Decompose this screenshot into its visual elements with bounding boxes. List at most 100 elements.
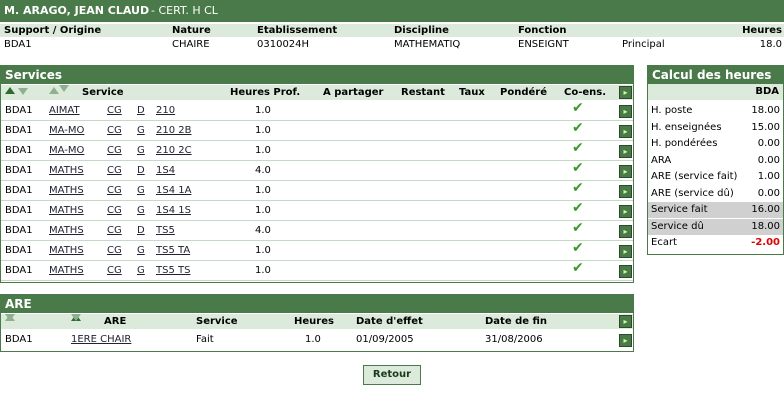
class-link[interactable]: TS5 TS [156,261,190,280]
go-icon[interactable]: ▸ [619,86,632,99]
cg-link[interactable]: CG [107,221,122,240]
teacher-name: M. ARAGO, JEAN CLAUD [4,4,150,17]
service-link[interactable]: MATHS [49,221,84,240]
level-link[interactable]: D [137,221,145,240]
service-link[interactable]: MATHS [49,181,84,200]
class-link[interactable]: 1S4 [156,161,175,180]
class-link[interactable]: 210 2B [156,121,192,140]
col-pondere: Pondéré [500,87,547,98]
hours-prof: 1.0 [255,205,271,216]
calc-value: 15.00 [751,121,780,133]
class-link[interactable]: 210 [156,101,175,120]
info-header-discipline: Discipline [394,25,449,36]
cg-link[interactable]: CG [107,141,122,160]
services-col-header: Service Heures Prof. A partager Restant … [1,85,633,100]
go-icon[interactable]: ▸ [619,245,632,258]
are-panel: ARE ARE Service Heures Date d'effet Date… [0,294,634,352]
calc-row: Ecart -2.00 [648,235,783,251]
go-icon[interactable]: ▸ [619,145,632,158]
go-icon[interactable]: ▸ [619,334,632,347]
back-button[interactable]: Retour [363,365,421,385]
table-row: BDA1 1ERE CHAIR Fait 1.0 01/09/2005 31/0… [1,330,633,349]
level-link[interactable]: D [137,161,145,180]
hours-prof: 1.0 [255,185,271,196]
hours-prof: 1.0 [255,125,271,136]
level-link[interactable]: G [137,261,145,280]
service-link[interactable]: MATHS [49,241,84,260]
cg-link[interactable]: CG [107,241,122,260]
sort-desc-icon[interactable] [71,314,81,321]
hours-prof: 1.0 [255,105,271,116]
cg-link[interactable]: CG [107,161,122,180]
class-link[interactable]: 1S4 1S [156,201,191,220]
go-icon[interactable]: ▸ [619,125,632,138]
calc-row: ARE (service fait) 1.00 [648,169,783,185]
table-row: BDA1 MA-MO CG G 210 2C 1.0 ✔ ▸ [1,140,633,161]
sort-desc-icon[interactable] [59,85,69,92]
info-fonction: ENSEIGNT [518,39,569,50]
go-icon[interactable]: ▸ [619,265,632,278]
sort-asc-icon[interactable] [5,87,15,94]
level-link[interactable]: G [137,141,145,160]
calc-label: H. pondérées [651,138,718,149]
table-row: BDA1 MATHS CG G TS5 TS 1.0 ✔ ▸ [1,260,633,281]
go-icon[interactable]: ▸ [619,315,632,328]
calc-label: ARE (service dû) [651,187,734,199]
hours-prof: 1.0 [255,265,271,276]
service-link[interactable]: AIMAT [49,101,80,120]
sort-asc-icon[interactable] [49,87,59,94]
teacher-cert: - CERT. H CL [151,4,218,17]
sort-desc-icon[interactable] [5,314,15,321]
cg-link[interactable]: CG [107,121,122,140]
services-panel: Services Service Heures Prof. A partager… [0,65,634,283]
class-link[interactable]: 210 2C [156,141,192,160]
go-icon[interactable]: ▸ [619,205,632,218]
go-icon[interactable]: ▸ [619,165,632,178]
info-etab: 0310024H [257,39,310,50]
class-link[interactable]: 1S4 1A [156,181,191,200]
are-start: 01/09/2005 [356,334,414,345]
col-a-partager: A partager [323,87,384,98]
level-link[interactable]: G [137,241,145,260]
hours-prof: 1.0 [255,145,271,156]
class-link[interactable]: TS5 [156,221,175,240]
check-icon: ✔ [572,200,584,216]
info-discipline: MATHEMATIQ [394,39,461,50]
calc-value: 1.00 [757,171,780,182]
calc-row: Service fait 16.00 [648,202,783,218]
calc-label: ARA [651,154,672,166]
cg-link[interactable]: CG [107,261,122,280]
check-icon: ✔ [572,180,584,196]
go-icon[interactable]: ▸ [619,185,632,198]
service-link[interactable]: MATHS [49,201,84,220]
sort-desc-icon[interactable] [18,88,29,95]
row-origin: BDA1 [5,185,33,196]
check-icon: ✔ [572,160,584,176]
cg-link[interactable]: CG [107,181,122,200]
class-link[interactable]: TS5 TA [156,241,190,260]
service-link[interactable]: MA-MO [49,121,84,140]
calc-row: ARA 0.00 [648,153,783,169]
go-icon[interactable]: ▸ [619,225,632,238]
service-link[interactable]: MATHS [49,161,84,180]
table-row: BDA1 MA-MO CG G 210 2B 1.0 ✔ ▸ [1,120,633,141]
hours-prof: 4.0 [255,165,271,176]
row-origin: BDA1 [5,145,33,156]
cg-link[interactable]: CG [107,201,122,220]
are-link[interactable]: 1ERE CHAIR [71,330,131,349]
sort-origin[interactable] [5,85,29,100]
cg-link[interactable]: CG [107,101,122,120]
service-link[interactable]: MA-MO [49,141,84,160]
info-header-row: Support / Origine Nature Etablissement D… [0,24,784,37]
sort-service[interactable] [49,85,69,100]
level-link[interactable]: D [137,101,145,120]
table-row: BDA1 AIMAT CG D 210 1.0 ✔ ▸ [1,100,633,121]
go-icon[interactable]: ▸ [619,105,632,118]
are-title: ARE [1,295,633,313]
are-origin: BDA1 [5,334,33,345]
level-link[interactable]: G [137,181,145,200]
service-link[interactable]: MATHS [49,261,84,280]
info-header-support: Support / Origine [4,25,102,36]
level-link[interactable]: G [137,121,145,140]
level-link[interactable]: G [137,201,145,220]
